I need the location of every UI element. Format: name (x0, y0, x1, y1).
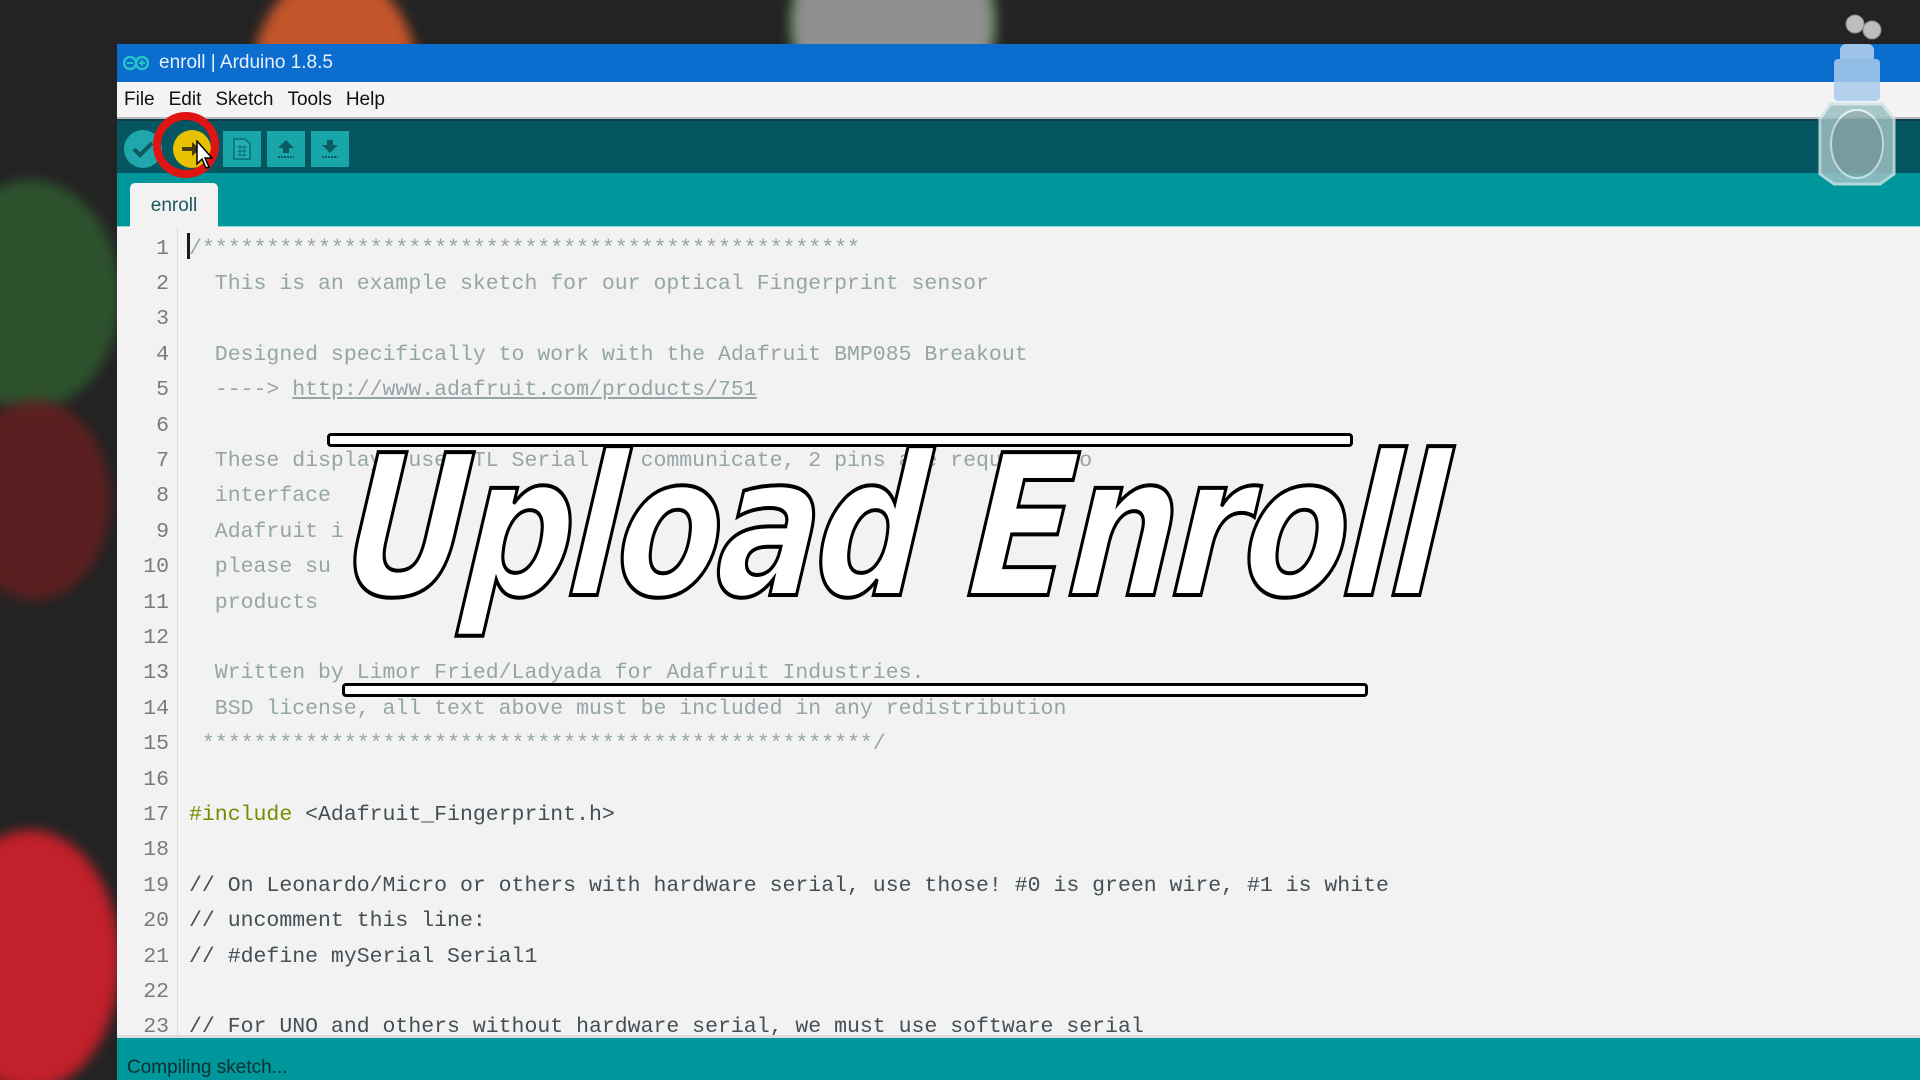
checkmark-icon (132, 141, 154, 158)
arduino-mascot-logo (1818, 14, 1896, 186)
window-title: enroll | Arduino 1.8.5 (159, 52, 333, 73)
menu-help[interactable]: Help (339, 89, 392, 111)
line-text: BSD license, all text above must be incl… (189, 696, 1067, 721)
line-number: 16 (143, 767, 169, 792)
line-text: // uncomment this line: (189, 909, 486, 934)
line-text: // On Leonardo/Micro or others with hard… (189, 873, 1389, 898)
line-text: #include <Adafruit_Fingerprint.h> (189, 803, 615, 828)
line-number: 20 (143, 909, 169, 934)
line-number: 23 (143, 1015, 169, 1035)
menu-tools[interactable]: Tools (280, 89, 338, 111)
line-number: 22 (143, 980, 169, 1005)
mouse-pointer-icon (196, 140, 214, 169)
line-text: ****************************************… (189, 732, 886, 757)
arrow-down-icon (322, 140, 338, 158)
line-number: 8 (156, 484, 169, 509)
line-number: 14 (143, 696, 169, 721)
line-number: 6 (156, 413, 169, 438)
toolbar (117, 119, 1920, 175)
line-number: 1 (156, 236, 169, 261)
menu-sketch[interactable]: Sketch (208, 89, 280, 111)
menu-bar: File Edit Sketch Tools Help (117, 82, 1920, 119)
open-sketch-button[interactable] (267, 131, 305, 167)
line-number: 11 (143, 590, 169, 615)
line-text: Adafruit i (189, 519, 344, 544)
status-message: Compiling sketch... (127, 1057, 288, 1078)
text-caret (187, 233, 190, 259)
line-number: 5 (156, 378, 169, 403)
line-text: /***************************************… (189, 236, 860, 261)
line-text: ----> http://www.adafruit.com/products/7… (189, 378, 757, 403)
line-number: 12 (143, 626, 169, 651)
menu-file[interactable]: File (117, 89, 162, 111)
preprocessor-directive: #include (189, 803, 293, 828)
tab-enroll[interactable]: enroll (130, 183, 218, 228)
line-number: 15 (143, 732, 169, 757)
status-bar: Compiling sketch... (117, 1035, 1920, 1080)
menu-edit[interactable]: Edit (162, 89, 209, 111)
line-number: 17 (143, 803, 169, 828)
line-text: // For UNO and others without hardware s… (189, 1015, 1144, 1035)
line-number: 21 (143, 944, 169, 969)
new-file-icon (233, 138, 251, 160)
line-number: 4 (156, 342, 169, 367)
arduino-ide-window: enroll | Arduino 1.8.5 File Edit Sketch … (117, 44, 1920, 1080)
arduino-infinity-icon (123, 54, 149, 72)
new-sketch-button[interactable] (223, 131, 261, 167)
tab-strip: enroll (117, 173, 1920, 228)
line-text: please su (189, 555, 331, 580)
line-number: 10 (143, 555, 169, 580)
line-number: 7 (156, 449, 169, 474)
code-editor[interactable]: 1 /**************************************… (117, 227, 1920, 1035)
line-number: 3 (156, 307, 169, 332)
line-number: 18 (143, 838, 169, 863)
line-text: This is an example sketch for our optica… (189, 272, 989, 297)
line-text: products (189, 590, 319, 615)
save-sketch-button[interactable] (311, 131, 349, 167)
line-text: These displays use TTL Serial to communi… (189, 449, 1093, 474)
arrow-up-icon (278, 140, 294, 158)
code-link[interactable]: http://www.adafruit.com/products/751 (292, 378, 756, 402)
line-text: Designed specifically to work with the A… (189, 342, 1028, 367)
line-text: interface (189, 484, 331, 509)
line-text: Written by Limor Fried/Ladyada for Adafr… (189, 661, 925, 686)
line-number: 19 (143, 873, 169, 898)
line-number: 2 (156, 272, 169, 297)
line-number: 9 (156, 519, 169, 544)
line-number: 13 (143, 661, 169, 686)
title-bar: enroll | Arduino 1.8.5 (117, 44, 1920, 82)
line-text: // #define mySerial Serial1 (189, 944, 538, 969)
